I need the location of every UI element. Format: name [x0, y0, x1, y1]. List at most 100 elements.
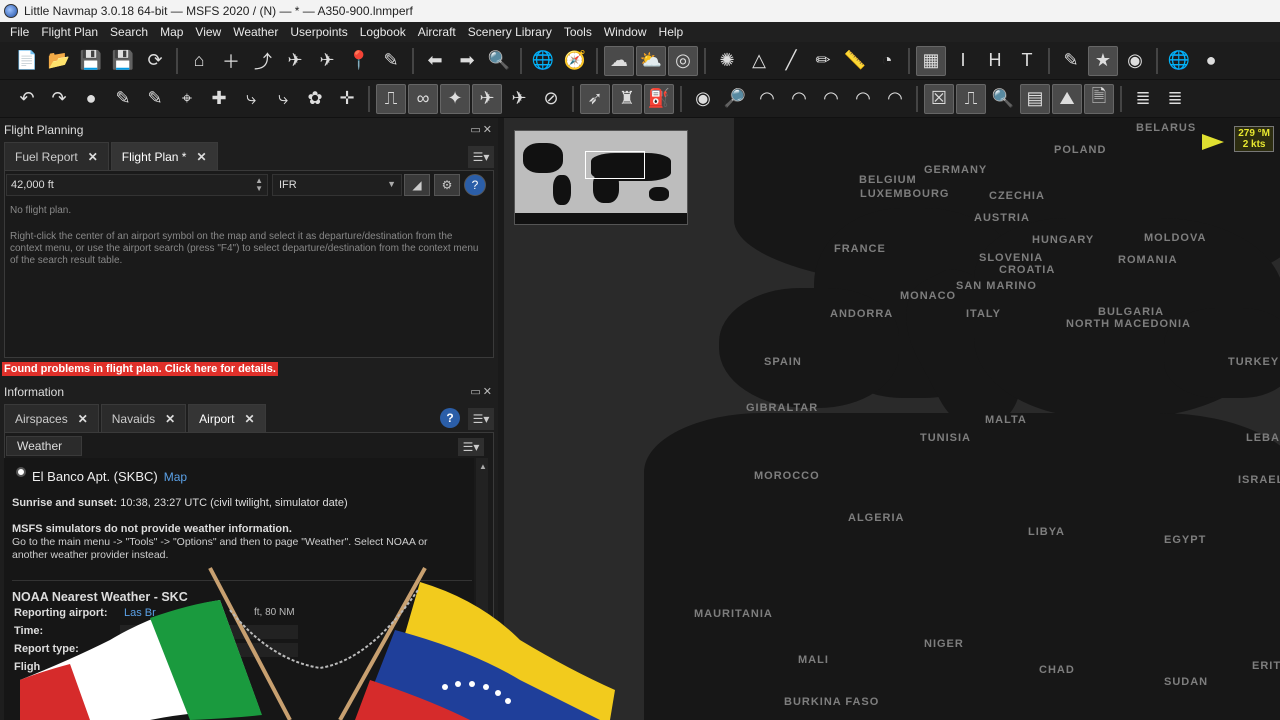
- stack-icon[interactable]: ≣: [1128, 84, 1158, 114]
- save-icon[interactable]: 💾: [76, 46, 106, 76]
- dome-2-icon[interactable]: ◠: [784, 84, 814, 114]
- airplane-icon[interactable]: ✈: [280, 46, 310, 76]
- weather-icon[interactable]: ⛅: [636, 45, 666, 76]
- dome-4-icon[interactable]: ◠: [848, 84, 878, 114]
- globe-icon[interactable]: 🌐: [528, 46, 558, 76]
- menu-scenery-library[interactable]: Scenery Library: [462, 25, 558, 39]
- overview-viewport-box[interactable]: [585, 151, 645, 179]
- tab-navaids[interactable]: Navaids ✕: [100, 404, 187, 432]
- menu-file[interactable]: File: [4, 25, 35, 39]
- menu-weather[interactable]: Weather: [227, 25, 284, 39]
- tools-icon[interactable]: ✎: [1056, 46, 1086, 76]
- circle-grid-icon[interactable]: ◎: [668, 45, 698, 76]
- spinner-icon[interactable]: ▲ ▼: [255, 177, 263, 193]
- new-icon[interactable]: 📄: [12, 46, 42, 76]
- grid-icon[interactable]: ▦: [916, 45, 946, 76]
- menu-window[interactable]: Window: [598, 25, 653, 39]
- text-2-icon[interactable]: H: [980, 46, 1010, 76]
- forward-icon[interactable]: ➡: [452, 46, 482, 76]
- close-icon[interactable]: ✕: [78, 412, 88, 426]
- route-box-icon[interactable]: ⎍: [956, 83, 986, 114]
- undo-icon[interactable]: ↶: [12, 84, 42, 114]
- edit-icon[interactable]: ✎: [108, 84, 138, 114]
- menu-search[interactable]: Search: [104, 25, 154, 39]
- flower-icon[interactable]: ✿: [300, 84, 330, 114]
- tab-weather[interactable]: Weather: [6, 436, 82, 456]
- menu-aircraft[interactable]: Aircraft: [412, 25, 462, 39]
- chart-icon[interactable]: ▤: [1020, 83, 1050, 114]
- close-icon[interactable]: ✕: [88, 150, 98, 164]
- airplane-2-icon[interactable]: ✈: [312, 46, 342, 76]
- overview-map[interactable]: [514, 130, 688, 225]
- cross-icon[interactable]: ✛: [332, 84, 362, 114]
- line-icon[interactable]: ╱: [776, 46, 806, 76]
- help-icon[interactable]: ?: [464, 174, 486, 196]
- cloud-icon[interactable]: ☁: [604, 45, 634, 76]
- cursor-icon[interactable]: ⌖: [172, 84, 202, 114]
- dial-icon[interactable]: ◔: [872, 46, 902, 76]
- globe-2-icon[interactable]: 🌐: [1164, 46, 1194, 76]
- dome-icon[interactable]: ◠: [752, 84, 782, 114]
- reload-icon[interactable]: ⟳: [140, 46, 170, 76]
- plane-active-icon[interactable]: ✈: [472, 83, 502, 114]
- menu-map[interactable]: Map: [154, 25, 189, 39]
- menu-view[interactable]: View: [189, 25, 227, 39]
- star-icon[interactable]: ★: [1088, 45, 1118, 76]
- add-point-icon[interactable]: ✚: [204, 84, 234, 114]
- zoom-box-icon[interactable]: 🔍: [988, 84, 1018, 114]
- fuel-icon[interactable]: ⛽: [644, 83, 674, 114]
- terrain-icon[interactable]: ⛰: [1052, 83, 1082, 114]
- circle-icon[interactable]: ◉: [688, 84, 718, 114]
- text-icon[interactable]: I: [948, 46, 978, 76]
- star-shape-icon[interactable]: ✦: [440, 83, 470, 114]
- redo-icon[interactable]: ↷: [44, 84, 74, 114]
- target-icon[interactable]: ✺: [712, 46, 742, 76]
- magnify-icon[interactable]: 🔎: [720, 84, 750, 114]
- add-icon[interactable]: ＋: [216, 46, 246, 76]
- record-icon[interactable]: ●: [1196, 46, 1226, 76]
- chevron-up-icon[interactable]: ▲: [479, 462, 487, 471]
- back-icon[interactable]: ⬅: [420, 46, 450, 76]
- target-2-icon[interactable]: ◉: [1120, 46, 1150, 76]
- triangle-icon[interactable]: △: [744, 46, 774, 76]
- text-3-icon[interactable]: T: [1012, 46, 1042, 76]
- menu-userpoints[interactable]: Userpoints: [284, 25, 353, 39]
- edit-2-icon[interactable]: ✎: [140, 84, 170, 114]
- ban-icon[interactable]: ⊘: [536, 84, 566, 114]
- subtab-menu-button[interactable]: ☰▾: [458, 438, 484, 456]
- menu-flight-plan[interactable]: Flight Plan: [35, 25, 104, 39]
- dome-5-icon[interactable]: ◠: [880, 84, 910, 114]
- flight-plan-warning[interactable]: Found problems in flight plan. Click her…: [2, 362, 278, 376]
- ball-icon[interactable]: ●: [76, 84, 106, 114]
- pencil-icon[interactable]: ✏: [808, 46, 838, 76]
- help-icon[interactable]: ?: [440, 408, 460, 428]
- settings-icon[interactable]: ⚙: [434, 174, 460, 196]
- ruler-icon[interactable]: 📏: [840, 46, 870, 76]
- arrow-plane-icon[interactable]: ➶: [580, 83, 610, 114]
- leg-2-icon[interactable]: ⤷: [268, 84, 298, 114]
- search-doc-icon[interactable]: 🔍: [484, 46, 514, 76]
- leg-icon[interactable]: ⤷: [236, 84, 266, 114]
- close-icon[interactable]: ✕: [196, 150, 206, 164]
- home-icon[interactable]: ⌂: [184, 46, 214, 76]
- stack-2-icon[interactable]: ≣: [1160, 84, 1190, 114]
- route-active-icon[interactable]: ⎍: [376, 83, 406, 114]
- close-icon[interactable]: ✕: [165, 412, 175, 426]
- mark-icon[interactable]: ✎: [376, 46, 406, 76]
- climb-icon[interactable]: ◢: [404, 174, 430, 196]
- x-box-icon[interactable]: ☒: [924, 83, 954, 114]
- tab-airport[interactable]: Airport ✕: [188, 404, 266, 432]
- tab-menu-button[interactable]: ☰▾: [468, 408, 494, 430]
- menu-help[interactable]: Help: [653, 25, 690, 39]
- dock-controls[interactable]: ▭✕: [470, 385, 494, 398]
- pin-icon[interactable]: 📍: [344, 46, 374, 76]
- plane-small-icon[interactable]: ✈: [504, 84, 534, 114]
- flight-rules-select[interactable]: IFR ▼: [272, 174, 402, 196]
- tab-menu-button[interactable]: ☰▾: [468, 146, 494, 168]
- menu-logbook[interactable]: Logbook: [354, 25, 412, 39]
- map-view[interactable]: BELARUS POLAND GERMANY BELGIUM LUXEMBOURG CZE…: [504, 118, 1280, 720]
- tab-airspaces[interactable]: Airspaces ✕: [4, 404, 99, 432]
- loop-icon[interactable]: ∞: [408, 83, 438, 114]
- route-icon[interactable]: ⤴: [248, 46, 278, 76]
- tower-icon[interactable]: ♜: [612, 83, 642, 114]
